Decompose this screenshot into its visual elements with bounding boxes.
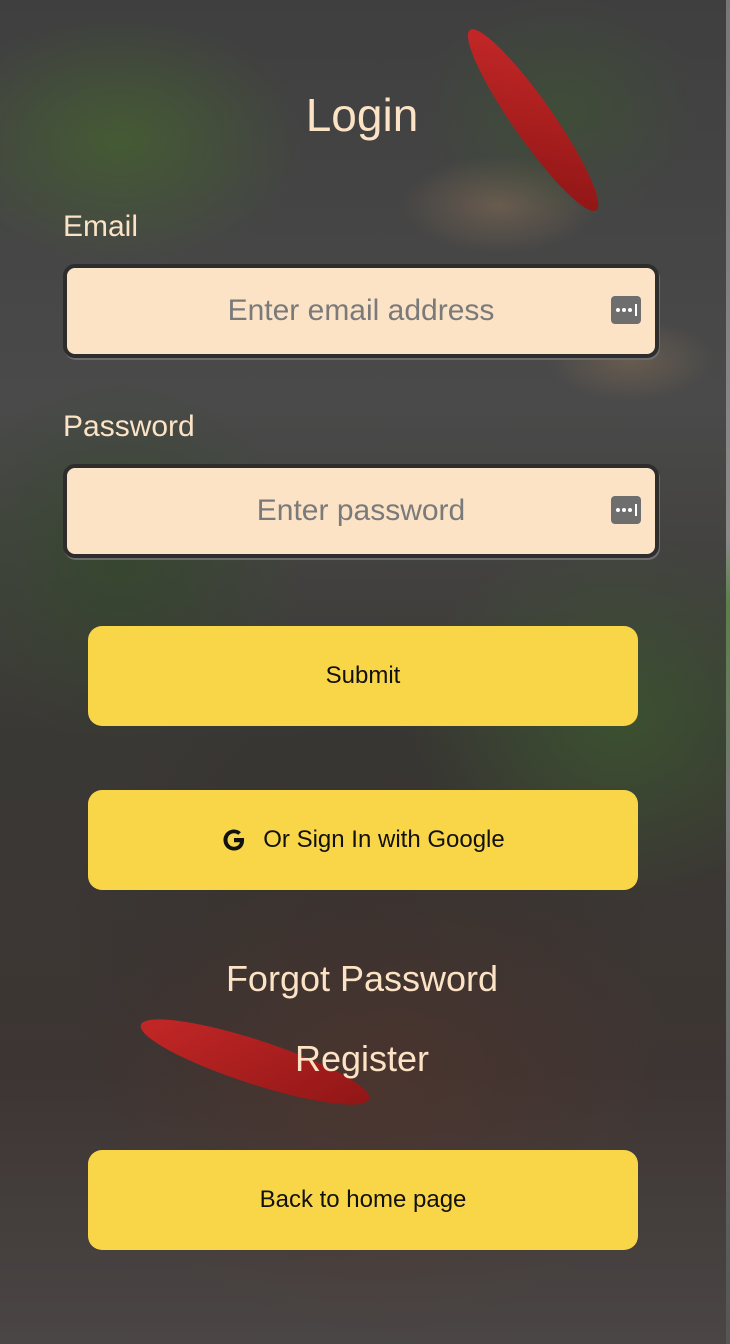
- password-manager-icon[interactable]: [611, 496, 641, 524]
- password-label: Password: [63, 410, 195, 443]
- password-input[interactable]: [67, 468, 655, 554]
- back-to-home-label: Back to home page: [259, 1186, 467, 1213]
- background-edge: [726, 0, 730, 1344]
- email-label: Email: [63, 210, 139, 243]
- submit-button-label: Submit: [325, 662, 401, 689]
- email-field-container: [63, 264, 659, 358]
- google-g-icon: [223, 829, 245, 851]
- google-sign-in-label: Or Sign In with Google: [263, 826, 505, 853]
- page-title: Login: [305, 89, 419, 141]
- email-input[interactable]: [67, 268, 655, 354]
- password-field-container: [63, 464, 659, 558]
- register-link[interactable]: Register: [0, 1038, 724, 1080]
- forgot-password-link[interactable]: Forgot Password: [0, 958, 724, 1000]
- back-to-home-button[interactable]: Back to home page: [88, 1150, 638, 1250]
- submit-button[interactable]: Submit: [88, 626, 638, 726]
- password-manager-icon[interactable]: [611, 296, 641, 324]
- google-sign-in-button[interactable]: Or Sign In with Google: [88, 790, 638, 890]
